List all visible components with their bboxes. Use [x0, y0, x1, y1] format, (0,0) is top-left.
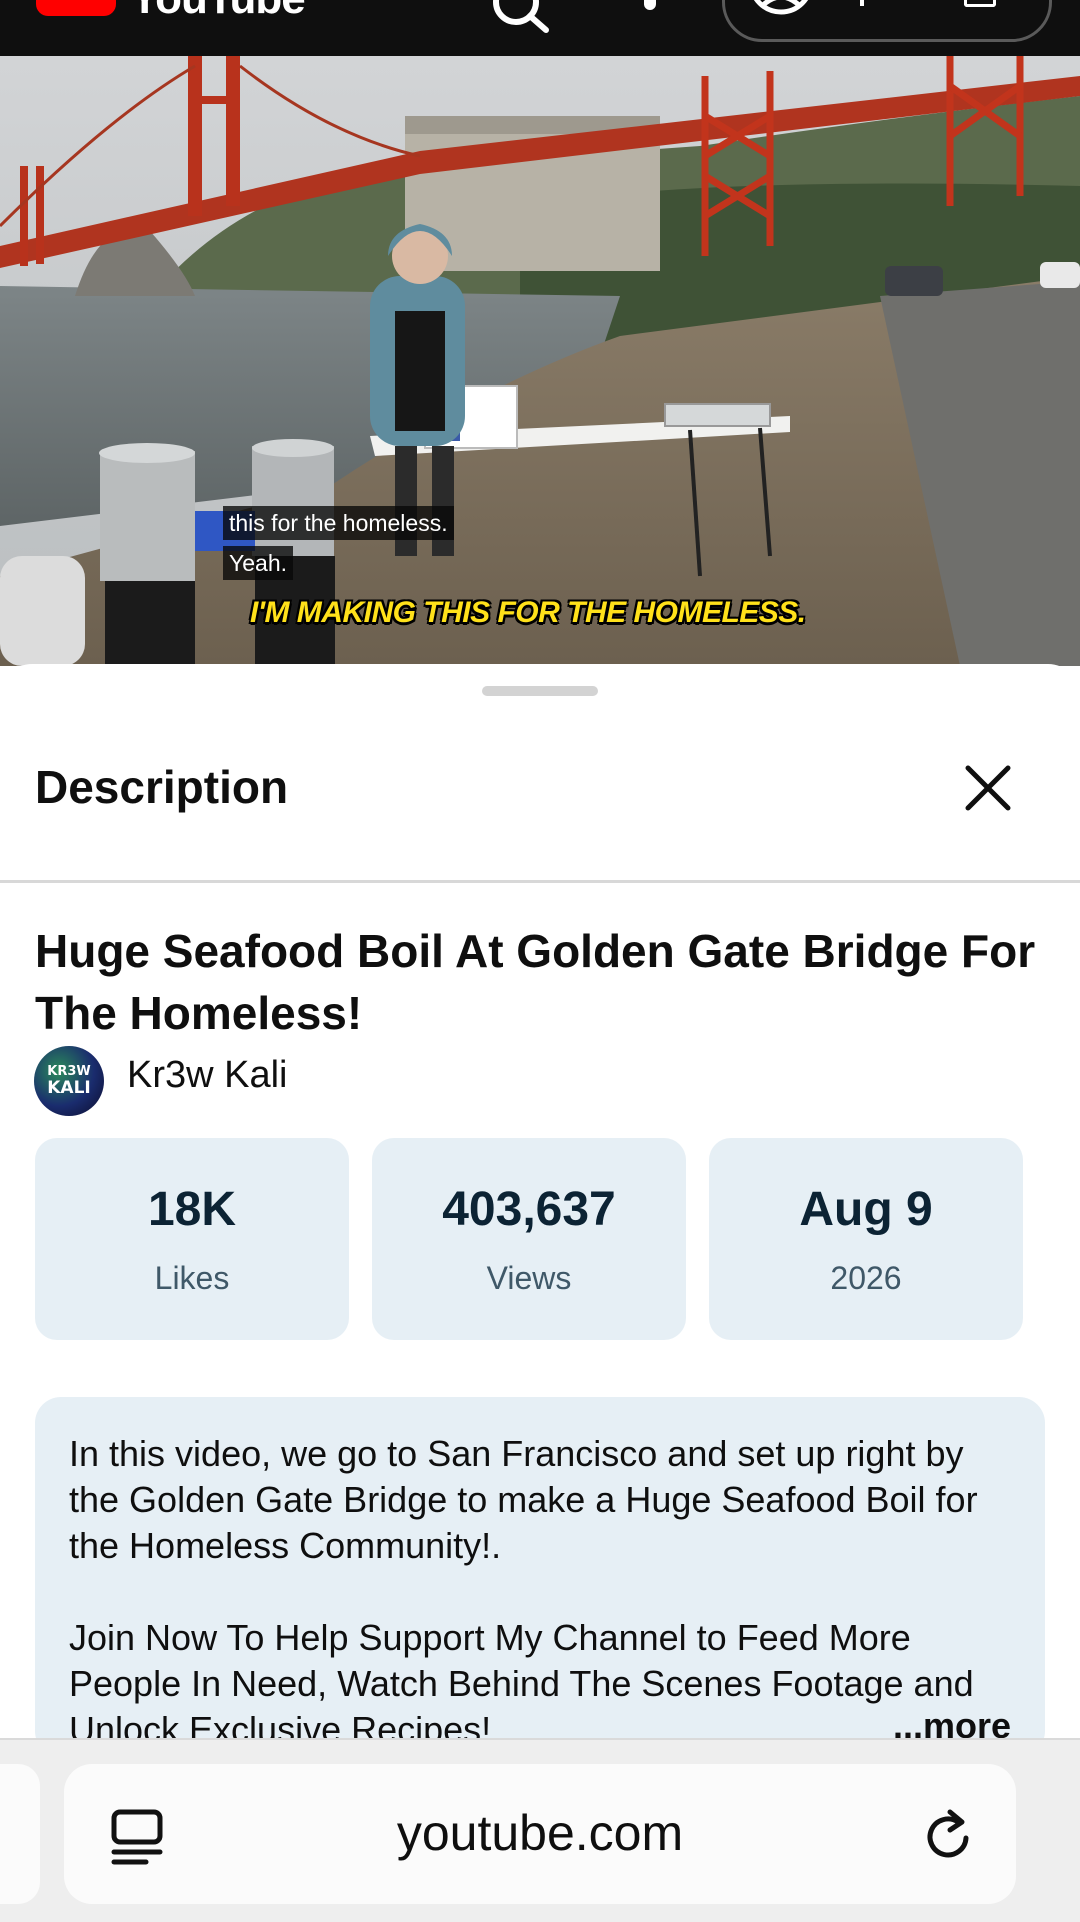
browser-bottom-bar: youtube.com: [0, 1738, 1080, 1922]
avatar-text-top: KR3W: [47, 1064, 91, 1079]
sheet-title: Description: [35, 761, 289, 813]
closed-caption-line-2: Yeah.: [223, 546, 293, 580]
video-title: Huge Seafood Boil At Golden Gate Bridge …: [35, 925, 1036, 1039]
channel-avatar[interactable]: KR3W KALI: [34, 1046, 104, 1116]
burned-in-subtitle: I'M MAKING THIS FOR THE HOMELESS.: [250, 596, 806, 629]
youtube-top-bar: YouTube: [0, 0, 1080, 56]
drag-handle[interactable]: [482, 686, 598, 696]
tabs-icon[interactable]: [964, 0, 996, 7]
account-icon[interactable]: [748, 0, 814, 22]
video-player[interactable]: this for the homeless. Yeah. I'M MAKING …: [0, 56, 1080, 666]
reload-icon[interactable]: [922, 1808, 978, 1866]
youtube-logo-icon[interactable]: [36, 0, 116, 16]
likes-count: 18K: [147, 1183, 237, 1236]
date-stat: Aug 9 2026: [709, 1138, 1023, 1340]
closed-caption-line-1: this for the homeless.: [223, 506, 454, 540]
likes-stat: 18K Likes: [35, 1138, 349, 1340]
description-paragraph-1: In this video, we go to San Francisco an…: [69, 1433, 978, 1566]
likes-label: Likes: [154, 1260, 230, 1296]
close-icon[interactable]: [960, 760, 1016, 816]
more-vert-icon[interactable]: [644, 0, 656, 10]
previous-tab-card[interactable]: [0, 1764, 40, 1904]
description-box[interactable]: In this video, we go to San Francisco an…: [35, 1397, 1045, 1757]
youtube-wordmark[interactable]: YouTube: [130, 0, 306, 24]
channel-name[interactable]: Kr3w Kali: [127, 1054, 288, 1097]
views-label: Views: [486, 1260, 572, 1296]
sheet-divider: [0, 880, 1080, 883]
avatar-text-bottom: KALI: [47, 1078, 91, 1098]
upload-date: Aug 9: [799, 1183, 933, 1236]
views-stat: 403,637 Views: [372, 1138, 686, 1340]
url-text[interactable]: youtube.com: [64, 1804, 1016, 1862]
create-icon[interactable]: [860, 0, 864, 6]
search-icon[interactable]: [488, 0, 558, 40]
description-paragraph-2: Join Now To Help Support My Channel to F…: [69, 1617, 974, 1750]
views-count: 403,637: [442, 1183, 616, 1236]
video-frame-image: [0, 56, 1080, 666]
upload-year: 2026: [830, 1260, 902, 1296]
address-bar[interactable]: youtube.com: [64, 1764, 1016, 1904]
